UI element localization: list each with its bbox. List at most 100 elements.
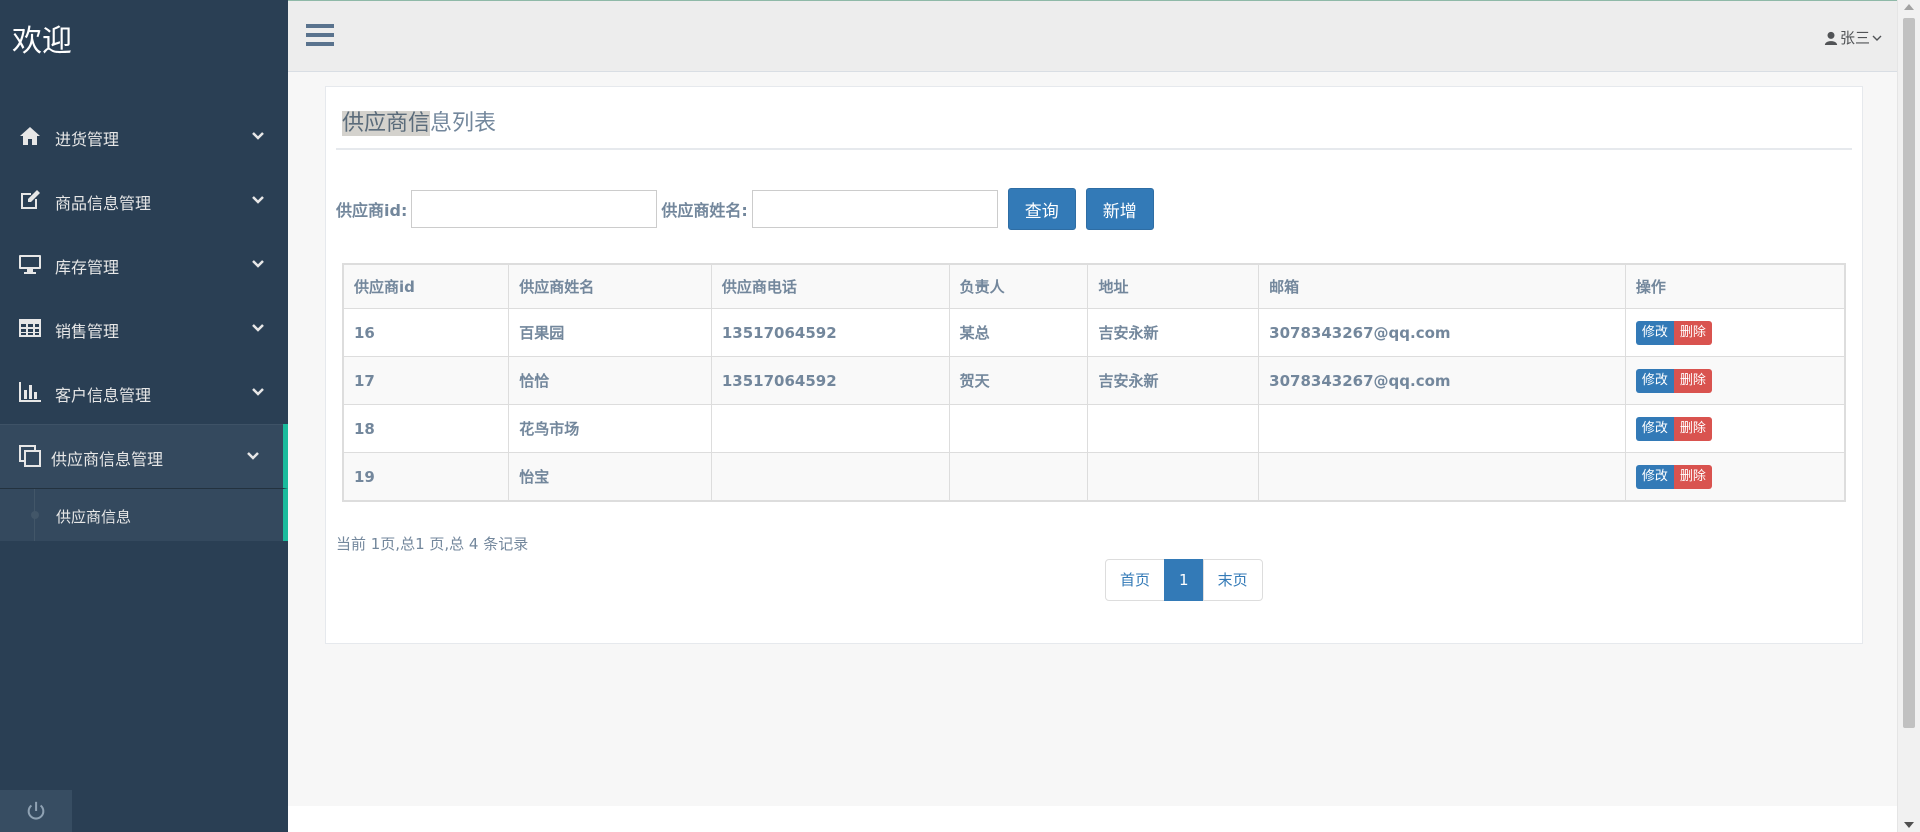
page-footer <box>288 806 1898 832</box>
delete-button[interactable]: 删除 <box>1673 464 1712 489</box>
cell-id: 17 <box>342 356 510 405</box>
sidebar-item-label: 商品信息管理 <box>55 194 152 213</box>
user-menu[interactable]: 张三 <box>1824 27 1882 48</box>
column-header: 地址 <box>1087 263 1260 309</box>
pagination-info: 当前 1页,总1 页,总 4 条记录 <box>336 535 529 553</box>
table-row: 17 恰恰 13517064592 贺天 吉安永新 3078343267@qq.… <box>342 356 1846 405</box>
cell-address <box>1087 452 1260 502</box>
search-form: 供应商id: 供应商姓名: 查询 新增 <box>336 187 1154 231</box>
user-name: 张三 <box>1839 29 1870 47</box>
title-divider <box>336 148 1852 150</box>
cell-actions: 修改 删除 <box>1624 308 1846 357</box>
cell-actions: 修改 删除 <box>1624 356 1846 405</box>
supplier-table: 供应商id 供应商姓名 供应商电话 负责人 地址 邮箱 操作 16 百果园 13… <box>342 263 1846 502</box>
supplier-name-label: 供应商姓名: <box>661 201 748 220</box>
sidebar-item-purchase[interactable]: 进货管理 <box>0 104 288 168</box>
cell-email <box>1258 452 1626 502</box>
cell-name: 恰恰 <box>508 356 712 405</box>
cell-name: 花鸟市场 <box>508 404 712 453</box>
table-row: 16 百果园 13517064592 某总 吉安永新 3078343267@qq… <box>342 308 1846 357</box>
chevron-down-icon <box>252 388 264 396</box>
current-page-button[interactable]: 1 <box>1164 559 1204 601</box>
delete-button[interactable]: 删除 <box>1673 416 1712 441</box>
column-header: 操作 <box>1624 263 1846 309</box>
sidebar-item-product[interactable]: 商品信息管理 <box>0 168 288 232</box>
column-header: 供应商id <box>342 263 510 309</box>
clone-icon <box>19 445 41 467</box>
cell-actions: 修改 删除 <box>1624 404 1846 453</box>
pagination: 首页 1 末页 <box>1105 559 1263 601</box>
table-header-row: 供应商id 供应商姓名 供应商电话 负责人 地址 邮箱 操作 <box>342 263 1846 309</box>
column-header: 邮箱 <box>1258 263 1626 309</box>
supplier-name-input[interactable] <box>751 190 998 228</box>
add-button[interactable]: 新增 <box>1085 188 1154 230</box>
cell-address: 吉安永新 <box>1087 356 1260 405</box>
cell-contact <box>948 404 1089 453</box>
cell-id: 18 <box>342 404 510 453</box>
cell-phone: 13517064592 <box>710 356 950 405</box>
chevron-down-icon <box>252 132 264 140</box>
page-title: 供应商信息列表 <box>342 105 496 137</box>
sidebar-item-label: 进货管理 <box>55 130 120 149</box>
cell-phone: 13517064592 <box>710 308 950 357</box>
scroll-thumb[interactable] <box>1903 18 1915 728</box>
edit-icon <box>21 190 40 209</box>
column-header: 负责人 <box>948 263 1089 309</box>
query-button[interactable]: 查询 <box>1007 188 1076 230</box>
chevron-down-icon <box>252 260 264 268</box>
sidebar-item-sales[interactable]: 销售管理 <box>0 296 288 360</box>
power-icon <box>27 801 45 820</box>
cell-address: 吉安永新 <box>1087 308 1260 357</box>
column-header: 供应商电话 <box>710 263 950 309</box>
cell-phone <box>710 404 950 453</box>
supplier-id-input[interactable] <box>411 190 658 228</box>
sidebar-subitem-label: 供应商信息 <box>56 508 132 526</box>
logout-button[interactable] <box>0 790 72 832</box>
cell-id: 19 <box>342 452 510 502</box>
edit-button[interactable]: 修改 <box>1635 368 1674 393</box>
cell-contact <box>948 452 1089 502</box>
chevron-down-icon <box>1872 35 1882 41</box>
sidebar-item-label: 销售管理 <box>55 322 120 341</box>
bar-chart-icon <box>19 382 41 402</box>
cell-email: 3078343267@qq.com <box>1258 308 1626 357</box>
cell-contact: 贺天 <box>948 356 1089 405</box>
edit-button[interactable]: 修改 <box>1635 464 1674 489</box>
sidebar-item-customer[interactable]: 客户信息管理 <box>0 360 288 424</box>
page-scrollbar[interactable] <box>1897 0 1920 832</box>
cell-contact: 某总 <box>948 308 1089 357</box>
chevron-down-icon <box>252 196 264 204</box>
cell-address <box>1087 404 1260 453</box>
sidebar-item-label: 客户信息管理 <box>55 386 152 405</box>
sidebar-item-label: 库存管理 <box>55 258 120 277</box>
cell-phone <box>710 452 950 502</box>
last-page-button[interactable]: 末页 <box>1202 559 1263 601</box>
sidebar: 欢迎 进货管理 商品信息管理 库存管理 销售管理 客户信息管理 供应商信息管理 … <box>0 0 288 832</box>
home-icon <box>20 127 40 145</box>
cell-actions: 修改 删除 <box>1624 452 1846 502</box>
table-row: 19 怡宝 修改 删除 <box>342 452 1846 502</box>
table-row: 18 花鸟市场 修改 删除 <box>342 404 1846 453</box>
cell-id: 16 <box>342 308 510 357</box>
column-header: 供应商姓名 <box>508 263 712 309</box>
page-title-rest: 息列表 <box>430 111 497 136</box>
brand-title[interactable]: 欢迎 <box>12 16 72 60</box>
delete-button[interactable]: 删除 <box>1673 320 1712 345</box>
cell-email <box>1258 404 1626 453</box>
first-page-button[interactable]: 首页 <box>1105 559 1166 601</box>
delete-button[interactable]: 删除 <box>1673 368 1712 393</box>
scroll-down-icon[interactable] <box>1904 822 1914 828</box>
top-nav: 张三 <box>288 0 1898 72</box>
sidebar-item-inventory[interactable]: 库存管理 <box>0 232 288 296</box>
menu-toggle-icon[interactable] <box>306 23 334 47</box>
table-icon <box>19 319 41 337</box>
cell-name: 百果园 <box>508 308 712 357</box>
sidebar-subitem-supplier-info[interactable]: 供应商信息 <box>0 488 288 541</box>
sidebar-item-supplier[interactable]: 供应商信息管理 <box>0 424 288 488</box>
scroll-up-icon[interactable] <box>1904 4 1914 10</box>
edit-button[interactable]: 修改 <box>1635 320 1674 345</box>
cell-name: 怡宝 <box>508 452 712 502</box>
chevron-down-icon <box>252 324 264 332</box>
edit-button[interactable]: 修改 <box>1635 416 1674 441</box>
supplier-id-label: 供应商id: <box>336 201 408 220</box>
